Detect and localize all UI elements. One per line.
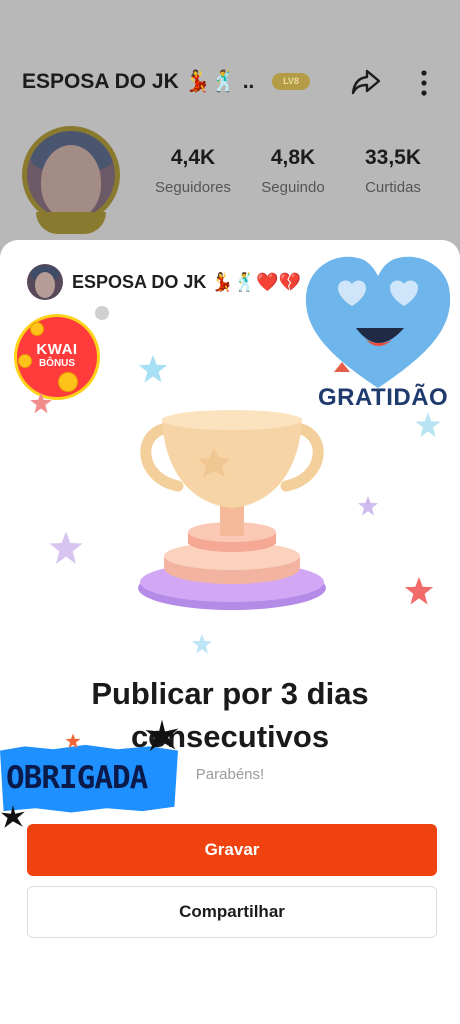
record-button[interactable]: Gravar — [27, 824, 437, 876]
coin-icon — [18, 354, 32, 368]
more-icon[interactable] — [416, 68, 432, 98]
star-icon — [30, 392, 52, 414]
coin-icon — [30, 322, 44, 336]
profile-avatar[interactable] — [16, 120, 126, 234]
share-button[interactable]: Compartilhar — [27, 886, 437, 938]
share-icon[interactable] — [350, 66, 382, 98]
gratidao-sticker: GRATIDÃO — [318, 384, 449, 411]
stat-value: 4,4K — [170, 146, 216, 169]
dot-icon — [95, 306, 109, 320]
stat-followers[interactable]: 4,4K Seguidores — [148, 146, 238, 196]
star-icon — [49, 531, 83, 564]
sheet-avatar — [27, 264, 63, 300]
star-icon — [1, 805, 25, 828]
star-icon — [415, 412, 441, 437]
stat-value: 33,5K — [364, 146, 422, 169]
stat-value: 4,8K — [270, 146, 316, 169]
heart-eyes-icon — [305, 256, 451, 388]
star-icon — [65, 733, 81, 749]
title-line1: Publicar por 3 dias — [91, 676, 369, 711]
sheet-user-name: ESPOSA DO JK 💃🕺❤️💔 — [72, 272, 302, 292]
stat-likes[interactable]: 33,5K Curtidas — [348, 146, 438, 196]
level-badge: LV8 — [272, 73, 310, 90]
stat-label: Seguidores — [155, 179, 231, 196]
obrigada-text: OBRIGADA — [6, 760, 148, 796]
stat-following[interactable]: 4,8K Seguindo — [248, 146, 338, 196]
profile-name: ESPOSA DO JK 💃🕺 .. — [22, 70, 255, 93]
star-icon — [358, 496, 378, 516]
stat-label: Curtidas — [365, 179, 421, 196]
star-icon — [404, 576, 434, 605]
star-icon — [192, 634, 212, 654]
star-icon — [145, 719, 179, 751]
star-icon — [138, 354, 168, 383]
stat-label: Seguindo — [261, 179, 325, 196]
coin-icon — [58, 372, 78, 392]
trophy-icon — [138, 410, 326, 610]
